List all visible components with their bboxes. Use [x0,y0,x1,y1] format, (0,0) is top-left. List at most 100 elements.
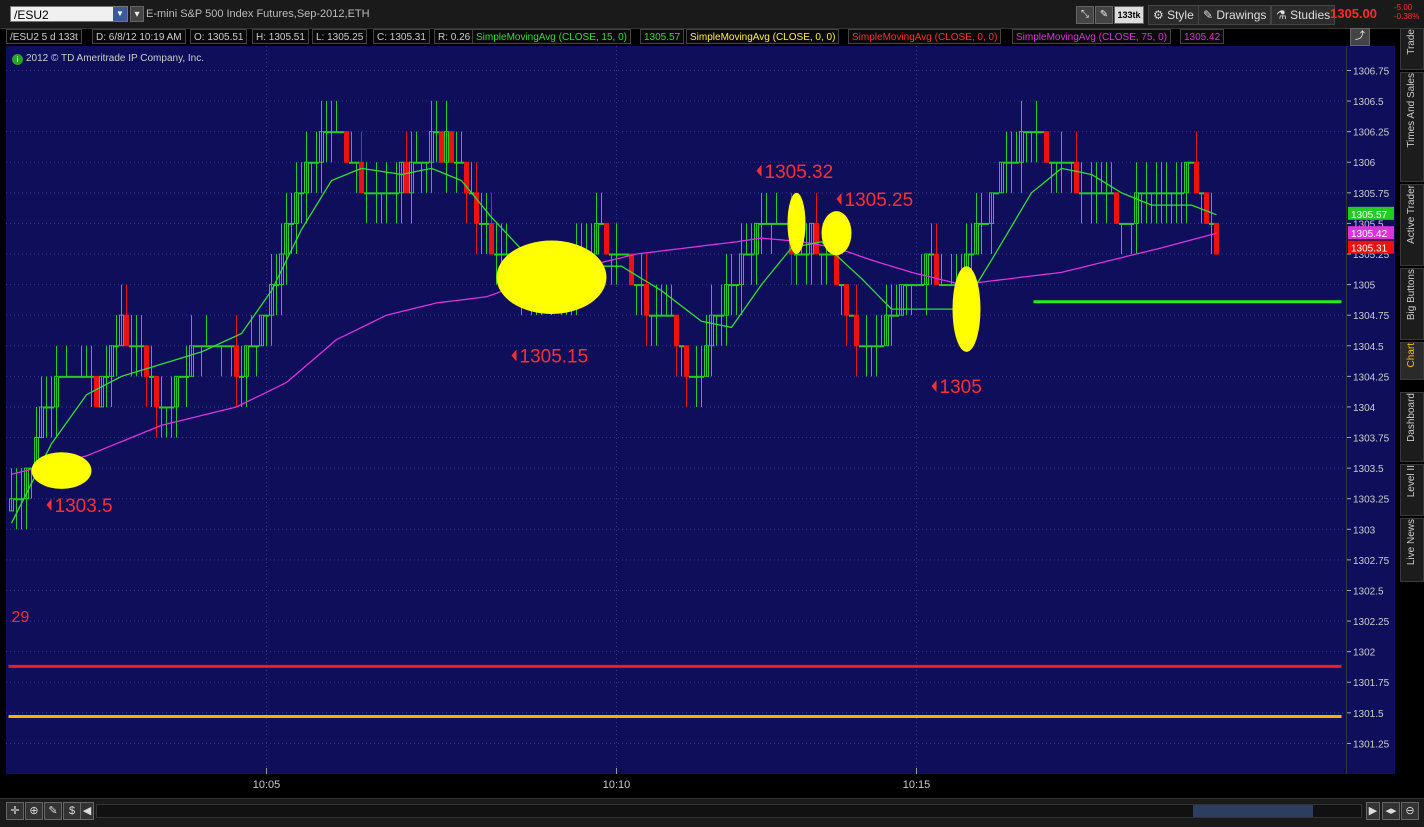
info-icon[interactable]: i [12,54,23,65]
chart-settings-icon[interactable]: ⤴ [1350,28,1370,46]
price-axis[interactable]: 1306.75 1306.5 1306.25 1306 1305.75 1305.5 130… [1346,46,1395,774]
dollar-icon[interactable]: $ [63,802,81,820]
candle-body [879,345,884,348]
candle-body [1014,161,1019,164]
tick-aggregation-button[interactable]: 133tk [1114,5,1144,24]
scroll-left-icon[interactable]: ◀ [80,802,94,820]
candle-body [324,131,329,134]
candle-body [1004,161,1009,164]
candle-body [59,375,64,378]
candle-body [854,314,859,347]
candle-body [449,131,454,163]
annotation-label: 1305.32 [765,162,834,183]
candle-body [1039,131,1044,134]
candle-body [329,131,334,134]
top-toolbar: /ESU2 ▼ ▾ E-mini S&P 500 Index Futures,S… [0,0,1424,29]
chevron-down-icon[interactable]: ▼ [113,7,127,21]
studies-button[interactable]: ⚗ Studies [1271,5,1336,25]
period-label[interactable]: /ESU2 5 d 133t [6,29,82,44]
candle-body [1084,192,1089,195]
candle-body [904,284,909,287]
side-tab-dashboard[interactable]: Dashboard [1400,392,1424,462]
bar-high: H: 1305.51 [252,29,309,44]
side-tab-live-news[interactable]: Live News [1400,518,1424,582]
sma15-label[interactable]: SimpleMovingAvg (CLOSE, 15, 0) [472,29,631,44]
drawing-icon[interactable]: ✎ [44,802,62,820]
sma-yellow-label[interactable]: SimpleMovingAvg (CLOSE, 0, 0) [686,29,840,44]
candle-body [159,406,164,409]
y-tick-label: 1304.5 [1353,342,1384,353]
candle-body [1129,222,1134,225]
zoom-out-icon[interactable]: ⊖ [1401,802,1419,820]
candle-body [944,284,949,287]
candle-body [504,253,509,256]
candle-body [949,284,954,287]
candle-body [1029,131,1034,134]
candle-body [934,253,939,286]
highlight-ellipse [821,211,852,256]
side-tab-times-and-sales[interactable]: Times And Sales [1400,72,1424,182]
candle-body [619,253,624,256]
candle-body [349,161,354,164]
side-tab-chart[interactable]: Chart [1400,342,1424,380]
candle-body [219,345,224,348]
sma-red-label[interactable]: SimpleMovingAvg (CLOSE, 0, 0) [848,29,1002,44]
side-tab-level-ii[interactable]: Level II [1400,464,1424,516]
symbol-input[interactable]: /ESU2 ▼ [10,6,128,22]
side-tab-big-buttons[interactable]: Big Buttons [1400,268,1424,340]
candle-body [229,345,234,348]
candle-body [454,161,459,164]
y-tick-label: 1304 [1353,403,1376,414]
crosshair-icon[interactable]: ✛ [6,802,24,820]
candle-body [819,253,824,256]
candle-body [1024,131,1029,134]
side-tab-label: Chart [1406,343,1417,368]
y-tick-label: 1303.75 [1353,434,1390,445]
chart-info-bar: /ESU2 5 d 133t D: 6/8/12 10:19 AM O: 130… [6,28,1346,46]
candle-body [309,161,314,164]
side-tab-trade[interactable]: Trade [1400,28,1424,70]
annotation-label: 1305.25 [845,190,914,211]
last-price: 1305.00 [1330,6,1377,21]
candle-body [289,222,294,225]
price-change: -5.00 -0.38% [1394,3,1419,21]
drawings-label: Drawings [1216,8,1267,22]
candle-body [769,222,774,225]
candle-body [199,345,204,348]
time-scrollbar[interactable] [96,804,1362,818]
candle-body [144,345,149,377]
chart-area[interactable]: 1303.5 1305.15 1305.32 1305.25 1305 29 10:05 10… [6,46,1346,791]
candle-body [354,161,359,164]
x-tick-label: 10:05 [253,779,281,791]
candle-body [139,345,144,348]
side-tab-active-trader[interactable]: Active Trader [1400,184,1424,266]
expand-icon[interactable]: ◂▸ [1382,802,1400,820]
sma75-label[interactable]: SimpleMovingAvg (CLOSE, 75, 0) [1012,29,1171,44]
draw-tool-icon[interactable]: ⤡ [1076,5,1094,24]
pencil-icon[interactable]: ✎ [1095,5,1113,24]
candle-body [839,284,844,287]
y-tick-label: 1305 [1353,281,1376,292]
candle-body [1164,192,1169,195]
style-button[interactable]: ⚙ Style [1148,5,1199,25]
candle-body [979,222,984,225]
candle-body [834,253,839,286]
candle-body [1199,192,1204,195]
zoom-icon[interactable]: ⊕ [25,802,43,820]
y-tick-label: 1301.25 [1353,739,1390,750]
annotation-arrow [836,192,842,205]
symbol-link-icon[interactable]: ▾ [130,6,144,22]
y-tick-label: 1302.5 [1353,586,1384,597]
side-tab-label: Level II [1406,465,1417,498]
candle-body [874,345,879,348]
candle-body [499,253,504,256]
candle-body [674,314,679,347]
candle-body [394,192,399,195]
scroll-right-icon[interactable]: ▶ [1366,802,1380,820]
annotation-arrow [756,164,762,177]
drawings-button[interactable]: ✎ Drawings [1198,5,1272,25]
price-chart[interactable]: 1303.5 1305.15 1305.32 1305.25 1305 29 10:05 10… [6,46,1346,791]
candle-body [299,192,304,195]
scroll-thumb[interactable] [1193,805,1313,817]
sma75-line [11,232,1217,475]
